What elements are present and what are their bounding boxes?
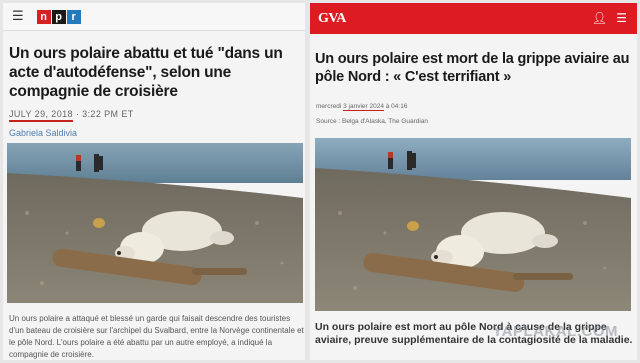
npr-logo[interactable]: n p r xyxy=(36,9,82,24)
user-icon[interactable]: 👤︎ xyxy=(592,11,607,25)
npr-dateline: JULY 29, 2018 · 3:22 PM ET xyxy=(9,109,134,122)
npr-time: · 3:22 PM ET xyxy=(72,109,134,119)
npr-photo-polar-bear xyxy=(7,143,303,303)
gva-meta: mercredi 3 janvier 2024 à 04:16 Source :… xyxy=(316,99,428,129)
npr-logo-n: n xyxy=(36,9,51,24)
gva-dateline: mercredi 3 janvier 2024 à 04:16 xyxy=(316,99,428,114)
npr-date: JULY 29, 2018 xyxy=(9,109,73,122)
npr-logo-r: r xyxy=(66,9,81,24)
gva-date-prefix: mercredi xyxy=(316,103,344,110)
hamburger-icon[interactable]: ☰ xyxy=(12,9,24,24)
gva-photo-polar-bear xyxy=(315,138,631,311)
npr-header: ☰ n p r xyxy=(3,3,305,31)
npr-article-panel: ☰ n p r Un ours polaire abattu et tué "d… xyxy=(3,3,305,360)
gva-headline: Un ours polaire est mort de la grippe av… xyxy=(315,51,630,85)
gva-article-panel: GVA 👤︎ ☰ Un ours polaire est mort de la … xyxy=(310,3,637,360)
gva-date-suffix: à 04:16 xyxy=(383,103,408,110)
watermark: YAPLAKAL.COM xyxy=(492,323,618,340)
gva-date-link[interactable]: 3 janvier 2024 xyxy=(343,103,384,111)
hamburger-icon[interactable]: ☰ xyxy=(616,11,627,25)
npr-byline[interactable]: Gabriela Saldivia xyxy=(9,128,77,138)
npr-headline: Un ours polaire abattu et tué "dans un a… xyxy=(9,45,283,100)
gva-header: GVA 👤︎ ☰ xyxy=(310,3,637,34)
npr-logo-p: p xyxy=(51,9,66,24)
gva-source: Source : Belga d'Alaska, The Guardian xyxy=(316,118,429,125)
npr-photo-caption: Un ours polaire a attaqué et blessé un g… xyxy=(9,314,304,359)
gva-logo[interactable]: GVA xyxy=(318,11,346,27)
